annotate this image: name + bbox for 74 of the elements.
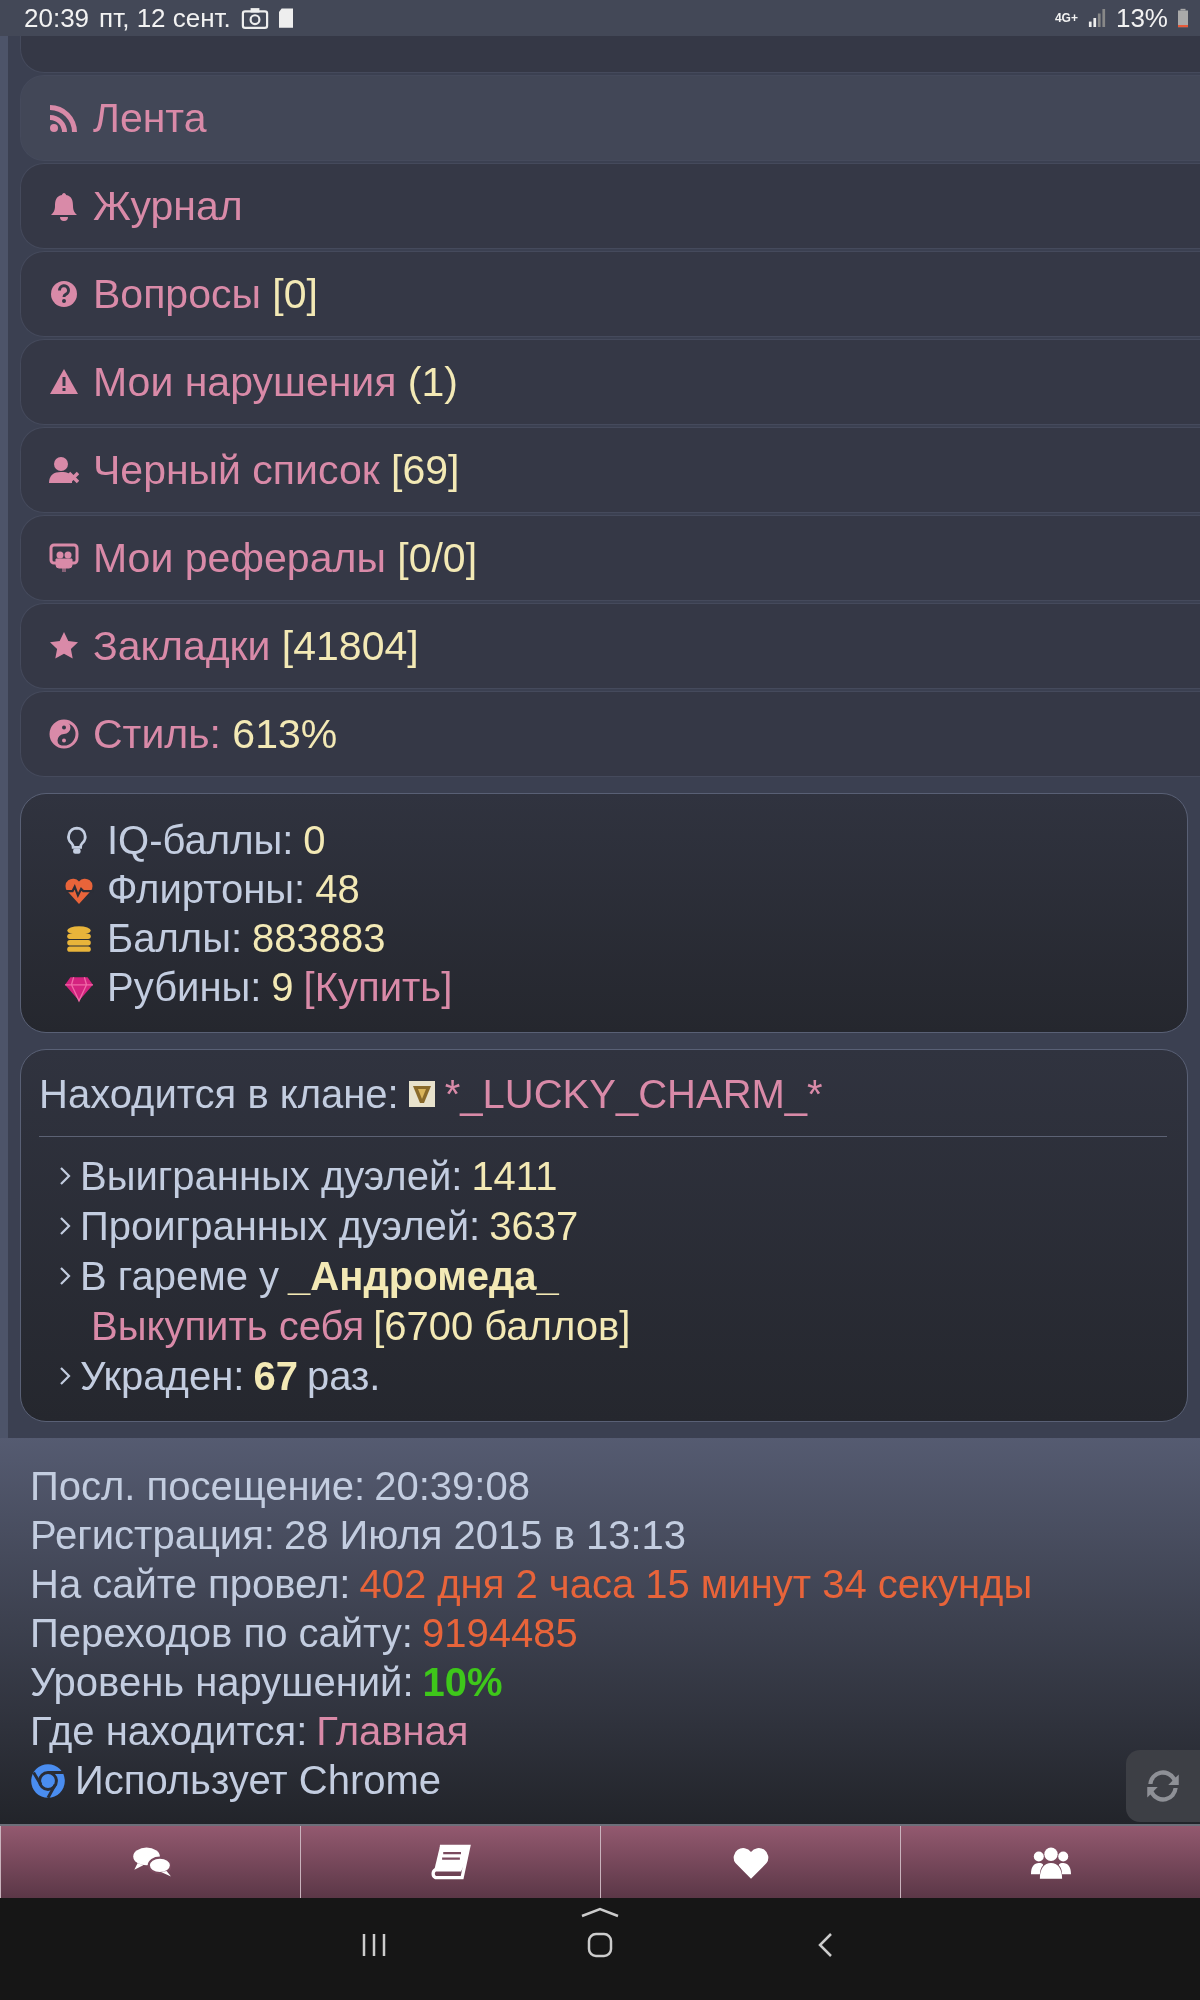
home-icon	[587, 1932, 613, 1958]
info-label: Уровень нарушений:	[30, 1660, 414, 1705]
referral-icon	[49, 543, 79, 573]
stat-value: 0	[303, 818, 326, 863]
menu-item[interactable]: Черный список [69]	[20, 427, 1200, 513]
buyout-link[interactable]: Выкупить себя	[91, 1303, 365, 1349]
chevron-right-icon	[59, 1216, 71, 1236]
harem-label: В гареме у	[80, 1253, 280, 1299]
stolen-label: Украден:	[80, 1353, 245, 1399]
clan-name-link[interactable]: *_LUCKY_CHARM_*	[444, 1071, 823, 1117]
yin-yang-icon	[49, 719, 79, 749]
chevron-right-icon	[59, 1166, 71, 1186]
bell-icon	[49, 191, 79, 221]
stolen-suffix: раз.	[306, 1353, 381, 1399]
recent-apps-icon	[361, 1932, 387, 1958]
browser-text: Использует Chrome	[75, 1758, 441, 1803]
chevron-up-icon	[580, 1906, 620, 1918]
info-value: Главная	[316, 1709, 469, 1754]
stat-value: 48	[315, 867, 360, 912]
chevron-right-icon	[59, 1266, 71, 1286]
menu-item[interactable]: Лента	[20, 75, 1200, 161]
book-icon	[430, 1843, 471, 1881]
chevron-right-icon	[59, 1366, 71, 1386]
clan-label: Находится в клане:	[39, 1071, 399, 1117]
stat-value: 883883	[252, 916, 386, 961]
battery-icon	[1178, 8, 1188, 28]
info-value: 402 дня 2 часа 15 минут 34 секунды	[359, 1562, 1033, 1607]
info-label: На сайте провел:	[30, 1562, 351, 1607]
camera-icon	[240, 7, 269, 29]
battery-percent: 13%	[1115, 2, 1168, 34]
menu-item[interactable]: Вопросы [0]	[20, 251, 1200, 337]
coins-icon	[64, 923, 94, 954]
menu-item[interactable]: Стиль: 613%	[20, 691, 1200, 777]
question-icon	[49, 279, 79, 309]
info-label: Переходов по сайту:	[30, 1611, 413, 1656]
menu-item[interactable]: Закладки [41804]	[20, 603, 1200, 689]
stat-label: Рубины:	[107, 965, 262, 1010]
menu-item[interactable]: Мои нарушения (1)	[20, 339, 1200, 425]
stat-value: 9	[271, 965, 294, 1010]
buyout-price: [6700 баллов]	[373, 1303, 631, 1349]
stat-label: Выигранных дуэлей:	[80, 1153, 463, 1199]
clan-emblem-icon	[408, 1081, 435, 1107]
stat-label: Флиртоны:	[107, 867, 306, 912]
info-value: 28 Июля 2015 в 13:13	[283, 1513, 687, 1558]
date-text: пт, 12 сент.	[99, 2, 231, 34]
stat-label: IQ-баллы:	[107, 818, 294, 863]
stat-label: Проигранных дуэлей:	[80, 1203, 481, 1249]
menu-item[interactable]: Журнал	[20, 163, 1200, 249]
star-icon	[49, 631, 79, 661]
harem-owner-link[interactable]: _Андромеда_	[288, 1253, 559, 1299]
signal-icon	[1087, 9, 1106, 27]
network-type: 4G+	[1054, 13, 1078, 23]
stat-label: Баллы:	[107, 916, 243, 961]
browser-icon	[30, 1762, 66, 1799]
stat-value: 1411	[471, 1153, 558, 1199]
info-label: Регистрация:	[30, 1513, 275, 1558]
home-button[interactable]	[587, 1932, 613, 1958]
buy-link[interactable]: [Купить]	[303, 965, 453, 1010]
rss-icon	[49, 103, 79, 133]
clock-time: 20:39	[24, 2, 90, 34]
info-value: 10%	[422, 1660, 503, 1705]
info-value: 9194485	[421, 1611, 578, 1656]
info-label: Где находится:	[30, 1709, 308, 1754]
menu-item[interactable]: Мои рефералы [0/0]	[20, 515, 1200, 601]
info-label: Посл. посещение:	[30, 1464, 366, 1509]
user-block-icon	[49, 455, 79, 485]
warning-icon	[49, 367, 79, 397]
recent-apps-button[interactable]	[361, 1932, 387, 1958]
sd-card-icon	[278, 8, 293, 28]
gesture-handle[interactable]	[580, 1906, 620, 1918]
info-value: 20:39:08	[374, 1464, 530, 1509]
refresh-button[interactable]	[1126, 1750, 1200, 1822]
stat-value: 3637	[489, 1203, 579, 1249]
stolen-count: 67	[253, 1353, 298, 1399]
